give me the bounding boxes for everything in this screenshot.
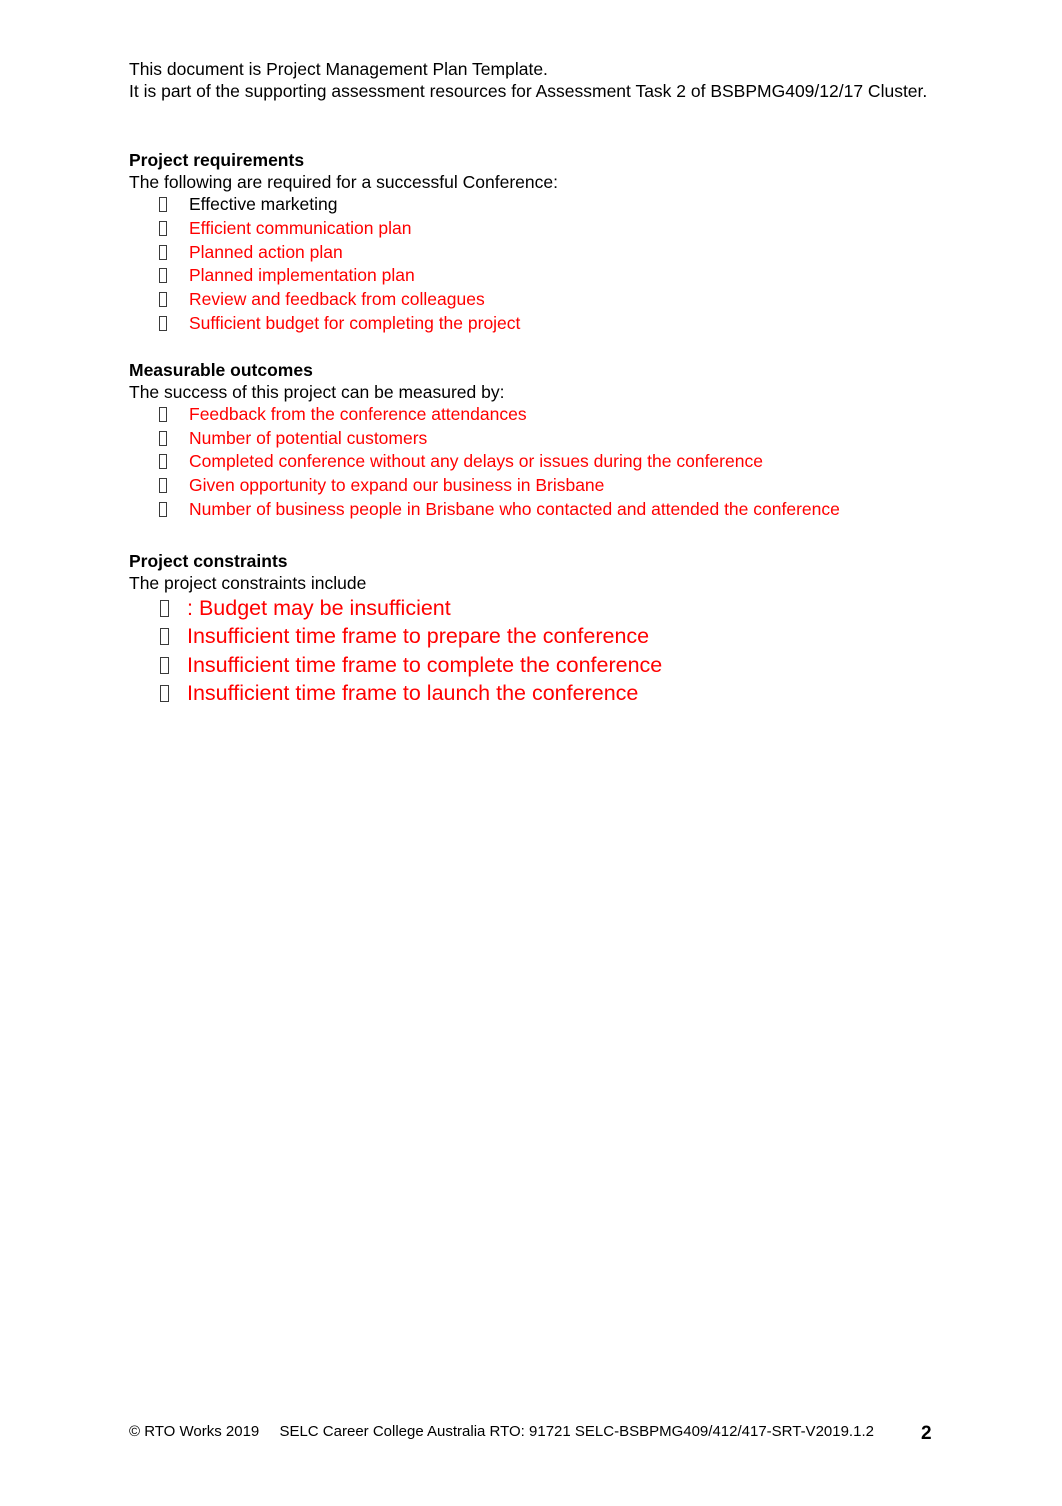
list-item-label: Sufficient budget for completing the pro… [189, 312, 521, 333]
list-item-label: Insufficient time frame to launch the co… [187, 680, 639, 705]
bullet-glyph-icon [159, 406, 167, 422]
page-number: 2 [921, 1423, 932, 1444]
list-item-label: Number of business people in Brisbane wh… [189, 498, 840, 519]
list-item-label: : Budget may be insufficient [187, 595, 451, 620]
bullet-glyph-icon [160, 599, 169, 617]
list-item: : Budget may be insufficient [129, 594, 979, 622]
requirements-list: Effective marketing Efficient communicat… [129, 193, 979, 336]
list-item-label: Number of potential customers [189, 427, 428, 448]
intro-line-2: It is part of the supporting assessment … [129, 80, 928, 101]
footer-institution: SELC Career College Australia RTO: 91721… [279, 1423, 874, 1440]
section-project-constraints: Project constraints The project constrai… [129, 550, 979, 708]
section-lead-constraints: The project constraints include [129, 572, 367, 593]
section-measurable-outcomes: Measurable outcomes The success of this … [129, 359, 979, 522]
list-item: Insufficient time frame to launch the co… [129, 679, 979, 707]
section-project-requirements: Project requirements The following are r… [129, 149, 979, 336]
list-item: Planned action plan [129, 241, 979, 265]
document-page: This document is Project Management Plan… [0, 0, 1062, 1506]
list-item: Number of potential customers [129, 427, 979, 451]
list-item: Planned implementation plan [129, 264, 979, 288]
list-item-label: Effective marketing [189, 194, 338, 214]
list-item-label: Efficient communication plan [189, 217, 412, 238]
list-item: Feedback from the conference attendances [129, 403, 979, 427]
list-item: Effective marketing [129, 193, 979, 217]
list-item-label: Planned action plan [189, 241, 343, 262]
bullet-glyph-icon [159, 501, 167, 517]
bullet-glyph-icon [159, 478, 167, 494]
bullet-glyph-icon [159, 315, 167, 331]
list-item: Number of business people in Brisbane wh… [129, 498, 979, 522]
section-heading-outcomes: Measurable outcomes [129, 359, 313, 380]
bullet-glyph-icon [159, 220, 167, 236]
bullet-glyph-icon [159, 454, 167, 470]
list-item-label: Feedback from the conference attendances [189, 403, 527, 424]
section-heading-constraints: Project constraints [129, 550, 288, 571]
list-item-label: Completed conference without any delays … [189, 451, 763, 472]
page-footer: © RTO Works 2019 SELC Career College Aus… [129, 1422, 939, 1442]
section-heading-requirements: Project requirements [129, 150, 305, 170]
list-item: Review and feedback from colleagues [129, 288, 979, 312]
section-lead-requirements: The following are required for a success… [129, 172, 558, 192]
bullet-glyph-icon [159, 244, 167, 260]
intro-line-1: This document is Project Management Plan… [129, 59, 548, 79]
list-item: Sufficient budget for completing the pro… [129, 312, 979, 336]
bullet-glyph-icon [159, 292, 167, 308]
document-body: This document is Project Management Plan… [129, 59, 979, 707]
section-lead-outcomes: The success of this project can be measu… [129, 381, 505, 402]
bullet-glyph-icon [159, 197, 167, 212]
list-item-label: Review and feedback from colleagues [189, 289, 485, 310]
list-item: Insufficient time frame to prepare the c… [129, 622, 979, 650]
list-item-label: Given opportunity to expand our business… [189, 475, 605, 496]
list-item: Insufficient time frame to complete the … [129, 651, 979, 679]
list-item: Efficient communication plan [129, 217, 979, 241]
list-item-label: Insufficient time frame to complete the … [187, 652, 663, 677]
bullet-glyph-icon [160, 656, 169, 674]
outcomes-list: Feedback from the conference attendances… [129, 403, 979, 522]
list-item: Completed conference without any delays … [129, 450, 979, 474]
intro-paragraph: This document is Project Management Plan… [129, 59, 979, 102]
bullet-glyph-icon [160, 628, 169, 646]
bullet-glyph-icon [160, 684, 169, 702]
constraints-list: : Budget may be insufficient Insufficien… [129, 594, 979, 708]
list-item-label: Planned implementation plan [189, 265, 415, 286]
bullet-glyph-icon [159, 268, 167, 284]
footer-copyright: © RTO Works 2019 [129, 1423, 260, 1440]
list-item-label: Insufficient time frame to prepare the c… [187, 624, 650, 649]
bullet-glyph-icon [159, 430, 167, 446]
list-item: Given opportunity to expand our business… [129, 474, 979, 498]
